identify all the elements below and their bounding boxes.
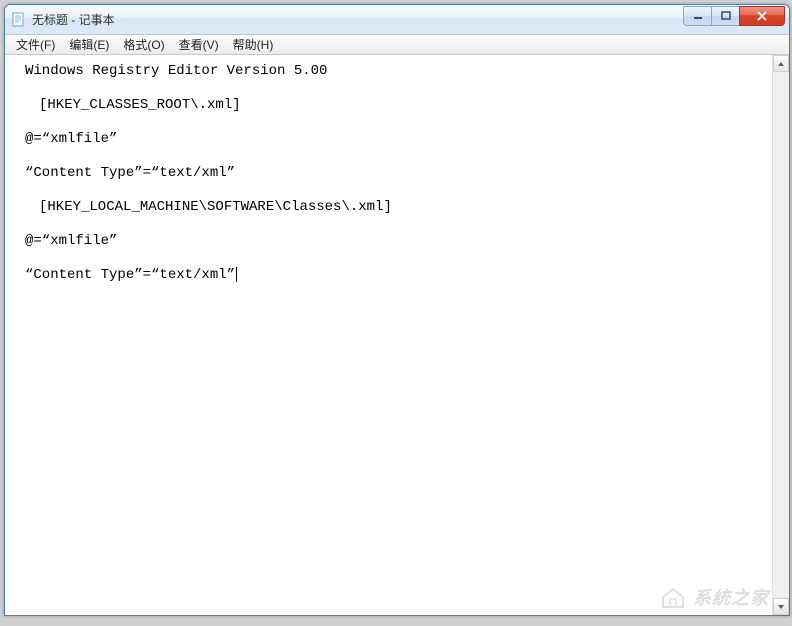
- menu-view[interactable]: 查看(V): [172, 34, 226, 55]
- scroll-up-arrow[interactable]: [773, 55, 789, 72]
- window-title: 无标题 - 记事本: [32, 11, 683, 28]
- editor-line: [25, 216, 768, 233]
- menu-file[interactable]: 文件(F): [9, 34, 62, 55]
- editor-line: @=“xmlfile”: [25, 233, 768, 250]
- editor-line: “Content Type”=“text/xml”: [25, 165, 768, 182]
- editor-line: [HKEY_CLASSES_ROOT\.xml]: [25, 97, 768, 114]
- editor-line: [25, 148, 768, 165]
- menu-edit[interactable]: 编辑(E): [62, 34, 116, 55]
- close-button[interactable]: [739, 6, 785, 26]
- scroll-track[interactable]: [773, 72, 789, 598]
- editor-line: Windows Registry Editor Version 5.00: [25, 63, 768, 80]
- notepad-window: 无标题 - 记事本 文件(F) 编辑(E) 格式(O) 查看(V) 帮助(H) …: [4, 4, 790, 616]
- maximize-button[interactable]: [711, 6, 739, 26]
- menu-help[interactable]: 帮助(H): [226, 34, 281, 55]
- editor-area: Windows Registry Editor Version 5.00 [HK…: [5, 55, 789, 615]
- app-icon: [11, 12, 27, 28]
- menubar: 文件(F) 编辑(E) 格式(O) 查看(V) 帮助(H): [5, 35, 789, 55]
- editor-line: @=“xmlfile”: [25, 131, 768, 148]
- vertical-scrollbar[interactable]: [772, 55, 789, 615]
- editor-line: [25, 80, 768, 97]
- editor-line: [25, 250, 768, 267]
- text-cursor: [236, 267, 237, 282]
- editor-line: [25, 114, 768, 131]
- editor-line: [25, 182, 768, 199]
- text-editor[interactable]: Windows Registry Editor Version 5.00 [HK…: [5, 55, 772, 615]
- editor-line: “Content Type”=“text/xml”: [25, 267, 768, 284]
- editor-line: [HKEY_LOCAL_MACHINE\SOFTWARE\Classes\.xm…: [25, 199, 768, 216]
- titlebar[interactable]: 无标题 - 记事本: [5, 5, 789, 35]
- scroll-down-arrow[interactable]: [773, 598, 789, 615]
- minimize-button[interactable]: [683, 6, 711, 26]
- menu-format[interactable]: 格式(O): [116, 34, 171, 55]
- window-controls: [683, 6, 785, 26]
